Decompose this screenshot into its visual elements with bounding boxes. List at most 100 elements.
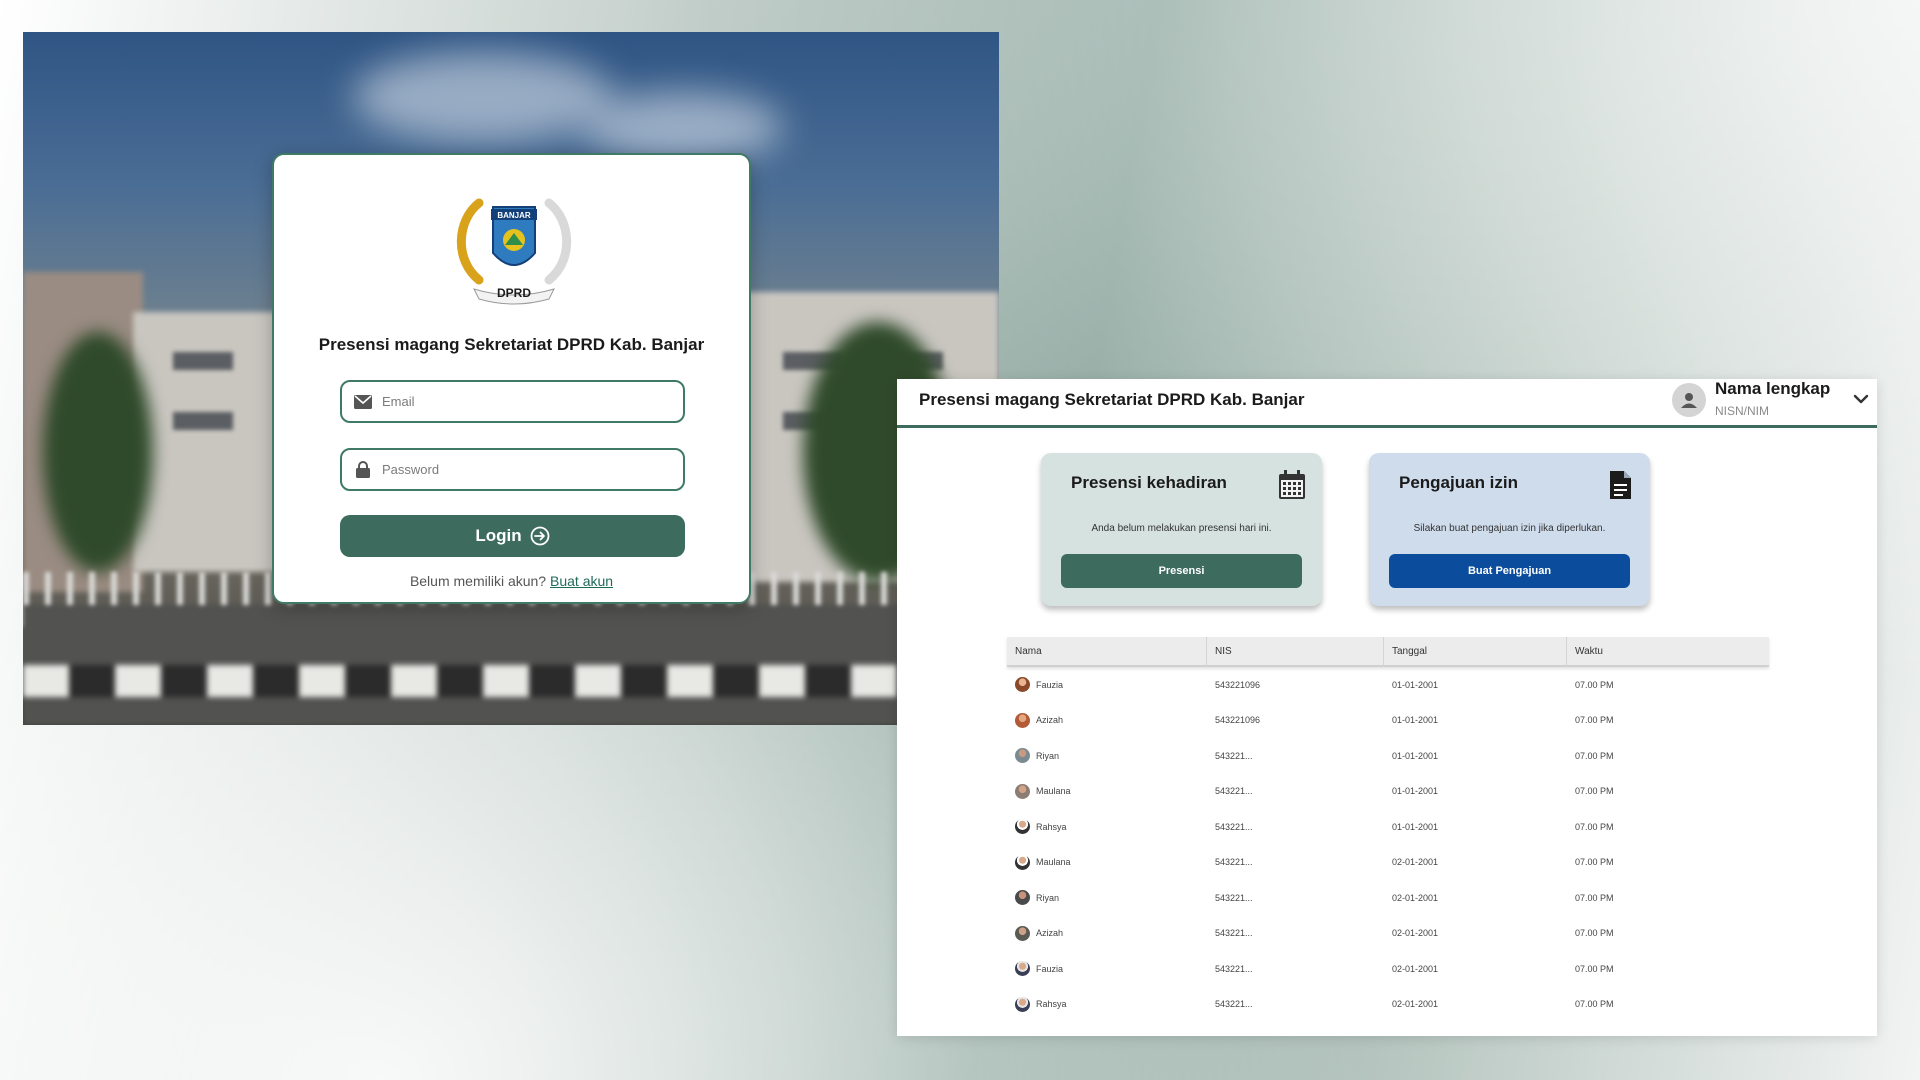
table-row[interactable]: Riyan 543221... 01-01-2001 07.00 PM <box>1007 738 1769 774</box>
avatar <box>1015 854 1030 870</box>
dprd-logo: BANJAR DPRD <box>456 198 572 305</box>
cell-tanggal: 02-01-2001 <box>1392 963 1439 974</box>
cell-tanggal: 01-01-2001 <box>1392 679 1439 690</box>
cell-nis: 543221096 <box>1215 715 1261 726</box>
cell-nis: 543221... <box>1215 999 1253 1010</box>
cell-waktu: 07.00 PM <box>1575 963 1614 974</box>
login-button-label: Login <box>475 526 522 545</box>
izin-card: Pengajuan izin Silakan buat pengajuan iz… <box>1369 453 1650 606</box>
cell-nis: 543221... <box>1215 892 1253 903</box>
table-row[interactable]: Maulana 543221... 01-01-2001 07.00 PM <box>1007 774 1769 810</box>
cell-tanggal: 01-01-2001 <box>1392 821 1439 832</box>
avatar <box>1015 961 1030 977</box>
table-header: Nama NIS Tanggal Waktu <box>1007 637 1769 667</box>
cell-waktu: 07.00 PM <box>1575 928 1614 939</box>
column-header-tanggal[interactable]: Tanggal <box>1384 637 1567 667</box>
cell-waktu: 07.00 PM <box>1575 750 1614 761</box>
cell-nama: Riyan <box>1036 892 1060 903</box>
attendance-table: Nama NIS Tanggal Waktu Fauzia 543221096 … <box>1007 637 1769 1022</box>
table-row[interactable]: Fauzia 543221096 01-01-2001 07.00 PM <box>1007 667 1769 703</box>
cell-tanggal: 01-01-2001 <box>1392 750 1439 761</box>
cell-nis: 543221... <box>1215 821 1253 832</box>
logo-banner-text: BANJAR <box>497 211 531 220</box>
envelope-icon <box>354 393 372 411</box>
password-field[interactable] <box>340 448 685 491</box>
login-button[interactable]: Login <box>340 515 685 557</box>
cell-nis: 543221... <box>1215 928 1253 939</box>
avatar <box>1015 819 1030 835</box>
table-row[interactable]: Riyan 543221... 02-01-2001 07.00 PM <box>1007 880 1769 916</box>
table-body: Fauzia 543221096 01-01-2001 07.00 PM Azi… <box>1007 667 1769 1022</box>
dashboard-screen: Presensi magang Sekretariat DPRD Kab. Ba… <box>897 379 1877 1036</box>
logo-label: DPRD <box>497 286 531 300</box>
cell-tanggal: 02-01-2001 <box>1392 857 1439 868</box>
cell-tanggal: 02-01-2001 <box>1392 999 1439 1010</box>
cell-nama: Maulana <box>1036 857 1071 868</box>
cell-nis: 543221... <box>1215 786 1253 797</box>
login-card: BANJAR DPRD Presensi magang Sekretariat … <box>272 153 751 604</box>
document-icon <box>1610 471 1631 499</box>
cell-tanggal: 01-01-2001 <box>1392 786 1439 797</box>
cell-nis: 543221... <box>1215 857 1253 868</box>
signup-row: Belum memiliki akun? Buat akun <box>274 573 749 589</box>
avatar <box>1015 748 1030 764</box>
cell-nama: Rahsya <box>1036 821 1067 832</box>
page-title: Presensi magang Sekretariat DPRD Kab. Ba… <box>919 390 1305 409</box>
table-row[interactable]: Rahsya 543221... 01-01-2001 07.00 PM <box>1007 809 1769 845</box>
avatar <box>1015 712 1030 728</box>
cell-waktu: 07.00 PM <box>1575 679 1614 690</box>
signup-prompt: Belum memiliki akun? <box>409 573 547 589</box>
presensi-card-text: Anda belum melakukan presensi hari ini. <box>1091 523 1272 534</box>
table-row[interactable]: Rahsya 543221... 02-01-2001 07.00 PM <box>1007 987 1769 1023</box>
cell-nama: Maulana <box>1036 786 1071 797</box>
cell-tanggal: 02-01-2001 <box>1392 928 1439 939</box>
cell-waktu: 07.00 PM <box>1575 786 1614 797</box>
signup-link[interactable]: Buat akun <box>550 573 613 589</box>
column-header-nama[interactable]: Nama <box>1007 637 1207 667</box>
chevron-down-icon[interactable] <box>1852 390 1870 408</box>
dashboard-header: Presensi magang Sekretariat DPRD Kab. Ba… <box>897 379 1877 428</box>
izin-card-text: Silakan buat pengajuan izin jika diperlu… <box>1413 523 1606 534</box>
cell-nama: Fauzia <box>1036 679 1064 690</box>
cell-nama: Azizah <box>1036 928 1064 939</box>
password-input[interactable] <box>382 462 662 477</box>
avatar <box>1015 677 1030 693</box>
cell-nis: 543221... <box>1215 963 1253 974</box>
cell-nis: 543221... <box>1215 750 1253 761</box>
table-row[interactable]: Azizah 543221096 01-01-2001 07.00 PM <box>1007 703 1769 739</box>
cell-waktu: 07.00 PM <box>1575 999 1614 1010</box>
cell-waktu: 07.00 PM <box>1575 892 1614 903</box>
user-icon[interactable] <box>1672 383 1706 417</box>
calendar-icon <box>1279 470 1305 499</box>
cell-nama: Riyan <box>1036 750 1060 761</box>
user-id: NISN/NIM <box>1715 404 1769 418</box>
table-row[interactable]: Azizah 543221... 02-01-2001 07.00 PM <box>1007 916 1769 952</box>
cell-tanggal: 01-01-2001 <box>1392 715 1439 726</box>
column-header-waktu[interactable]: Waktu <box>1567 637 1769 667</box>
table-row[interactable]: Maulana 543221... 02-01-2001 07.00 PM <box>1007 845 1769 881</box>
cell-tanggal: 02-01-2001 <box>1392 892 1439 903</box>
presensi-button[interactable]: Presensi <box>1061 554 1302 588</box>
izin-card-title: Pengajuan izin <box>1399 473 1519 492</box>
login-screen: BANJAR DPRD Presensi magang Sekretariat … <box>23 32 999 725</box>
cell-waktu: 07.00 PM <box>1575 715 1614 726</box>
cell-waktu: 07.00 PM <box>1575 857 1614 868</box>
avatar <box>1015 925 1030 941</box>
table-row[interactable]: Fauzia 543221... 02-01-2001 07.00 PM <box>1007 951 1769 987</box>
avatar <box>1015 996 1030 1012</box>
cell-nama: Azizah <box>1036 715 1064 726</box>
buat-pengajuan-button[interactable]: Buat Pengajuan <box>1389 554 1630 588</box>
arrow-circle-icon <box>530 526 550 546</box>
email-input[interactable] <box>382 394 662 409</box>
lock-icon <box>354 461 372 479</box>
cell-nama: Fauzia <box>1036 963 1064 974</box>
cell-nama: Rahsya <box>1036 999 1067 1010</box>
login-title: Presensi magang Sekretariat DPRD Kab. Ba… <box>318 335 705 354</box>
email-field[interactable] <box>340 380 685 423</box>
user-name[interactable]: Nama lengkap <box>1715 379 1830 399</box>
column-header-nis[interactable]: NIS <box>1207 637 1384 667</box>
presensi-card: Presensi kehadiran Anda belum melakukan … <box>1041 453 1322 606</box>
presensi-card-title: Presensi kehadiran <box>1071 473 1227 492</box>
cell-waktu: 07.00 PM <box>1575 821 1614 832</box>
cell-nis: 543221096 <box>1215 679 1261 690</box>
